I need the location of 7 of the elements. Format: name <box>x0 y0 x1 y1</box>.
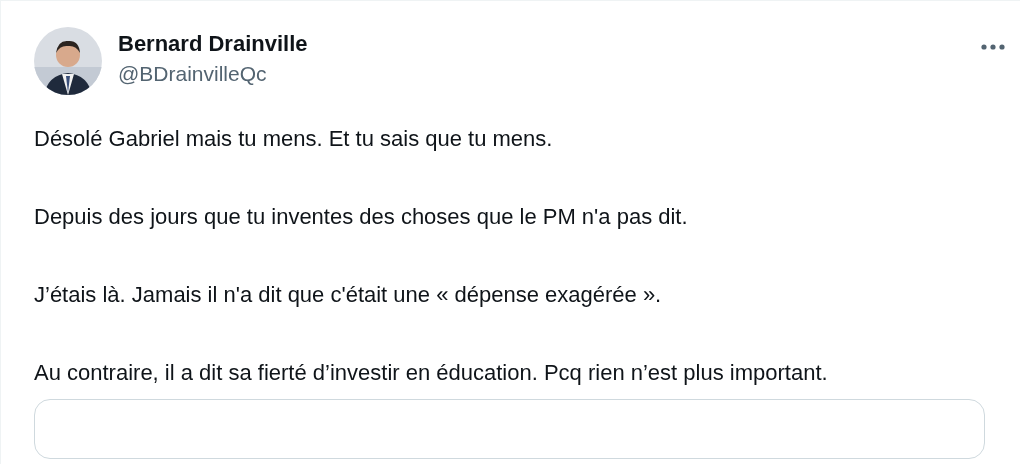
post-paragraph: J’étais là. Jamais il n'a dit que c'était une « dépense exagérée ». <box>34 281 663 309</box>
post-paragraph: Désolé Gabriel mais tu mens. Et tu sais que tu mens. <box>34 125 554 153</box>
author-handle[interactable]: @BDrainvilleQc <box>118 61 980 87</box>
post-paragraph: Depuis des jours que tu inventes des choses que le PM n'a pas dit. <box>34 203 689 231</box>
author-name[interactable]: Bernard Drainville <box>118 31 980 58</box>
more-options-icon[interactable] <box>980 43 1006 51</box>
post-paragraph: Au contraire, il a dit sa fierté d’investir en éducation. Pcq rien n’est plus important. <box>34 359 829 387</box>
